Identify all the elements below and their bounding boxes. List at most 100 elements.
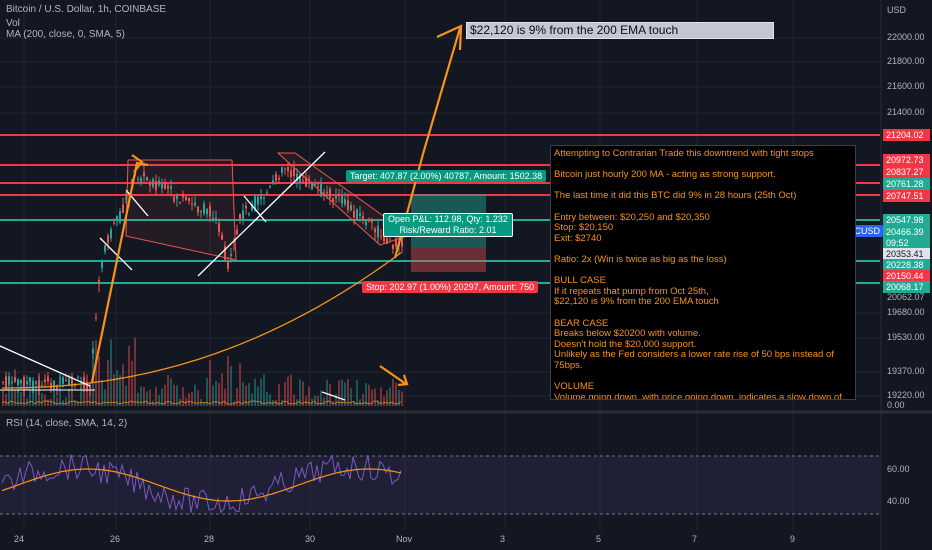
candle-body xyxy=(266,192,268,194)
volume-bar xyxy=(14,390,16,406)
volume-bar xyxy=(74,399,76,406)
note-intro: Attempting to Contrarian Trade this down… xyxy=(554,148,814,159)
volume-bar xyxy=(104,389,106,406)
rsi-legend[interactable]: RSI (14, close, SMA, 14, 2) xyxy=(6,418,127,429)
candle-body xyxy=(113,222,115,224)
volume-legend[interactable]: Vol xyxy=(6,18,20,29)
volume-bar xyxy=(395,382,397,406)
volume-bar xyxy=(188,393,190,406)
volume-bar xyxy=(257,386,259,406)
volume-bar xyxy=(71,392,73,406)
volume-bar xyxy=(182,387,184,406)
volume-bar xyxy=(278,384,280,406)
price-label-20747: 20747.51 xyxy=(883,190,930,202)
candle-body xyxy=(44,379,46,382)
time-tick: 30 xyxy=(305,534,316,544)
candle-body xyxy=(95,317,97,319)
symbol-title[interactable]: Bitcoin / U.S. Dollar, 1h, COINBASE xyxy=(6,4,166,15)
candle-body xyxy=(287,167,289,172)
price-tick: 19680.00 xyxy=(887,307,925,317)
trade-notes-box[interactable]: Attempting to Contrarian Trade this down… xyxy=(550,145,856,400)
volume-bar xyxy=(221,373,223,406)
volume-bar xyxy=(293,394,295,406)
candle-body xyxy=(11,382,13,384)
volume-bar xyxy=(239,363,241,406)
ma-legend[interactable]: MA (200, close, 0, SMA, 5) xyxy=(6,29,125,40)
candle-body xyxy=(35,382,37,384)
candle-body xyxy=(47,376,49,382)
volume-bar xyxy=(305,396,307,406)
volume-bar xyxy=(263,374,265,406)
candle-body xyxy=(59,377,61,379)
open-pl-tag[interactable]: Open P&L: 112.98, Qty: 1.232 Risk/Reward… xyxy=(383,213,513,237)
note-entry: Entry between: $20,250 and $20,350 Stop:… xyxy=(554,211,710,244)
note-bear-case: BEAR CASE Breaks below $20200 with volum… xyxy=(554,317,834,371)
position-loss-zone[interactable] xyxy=(411,248,486,272)
candle-body xyxy=(293,168,295,177)
volume-bar xyxy=(236,388,238,406)
volume-bar xyxy=(323,397,325,406)
price-tick: 21600.00 xyxy=(887,81,925,91)
note-support: Bitcoin just hourly 200 MA - acting as s… xyxy=(554,169,776,181)
volume-bar xyxy=(107,360,109,406)
price-label-20547: 20547.98 xyxy=(883,214,930,226)
volume-bar xyxy=(224,388,226,406)
candle-body xyxy=(92,348,94,354)
time-tick: 5 xyxy=(596,534,602,544)
candle-body xyxy=(257,196,259,205)
candle-body xyxy=(107,235,109,243)
price-label-20972: 20972.73 xyxy=(883,154,930,166)
candle-body xyxy=(269,186,271,188)
price-tick: 21800.00 xyxy=(887,56,925,66)
candle-body xyxy=(17,379,19,385)
volume-bar xyxy=(68,388,70,406)
candle-body xyxy=(29,377,31,383)
candle-body xyxy=(62,377,64,384)
candle-body xyxy=(20,380,22,384)
candle-body xyxy=(38,380,40,387)
target-callout[interactable]: $22,120 is 9% from the 200 EMA touch xyxy=(466,22,774,39)
volume-bar xyxy=(47,399,49,406)
price-label-21204: 21204.02 xyxy=(883,129,930,141)
volume-bar xyxy=(44,394,46,406)
volume-bar xyxy=(65,397,67,406)
volume-bar xyxy=(251,393,253,406)
candle-body xyxy=(77,376,79,378)
candle-body xyxy=(245,205,247,209)
volume-bar xyxy=(317,395,319,406)
volume-bar xyxy=(131,360,133,406)
stop-tag[interactable]: Stop: 202.97 (1.00%) 20297, Amount: 750 xyxy=(362,281,539,293)
volume-bar xyxy=(110,339,112,406)
time-tick: Nov xyxy=(396,534,413,544)
rsi-band xyxy=(0,456,880,514)
candle-body xyxy=(242,210,244,220)
candle-body xyxy=(14,377,16,382)
volume-bar xyxy=(41,392,43,406)
currency-label[interactable]: USD xyxy=(887,5,906,15)
volume-bar xyxy=(143,387,145,406)
target-tag[interactable]: Target: 407.87 (2.00%) 40787, Amount: 15… xyxy=(346,170,547,182)
volume-bar xyxy=(158,395,160,406)
price-label-20062: 20062.07 xyxy=(887,292,925,302)
volume-bar xyxy=(56,397,58,406)
volume-bar xyxy=(101,379,103,406)
candle-body xyxy=(26,381,28,385)
volume-bar xyxy=(128,345,130,406)
volume-bar xyxy=(254,378,256,406)
volume-bar xyxy=(95,340,97,406)
volume-bar xyxy=(290,374,292,406)
volume-bar xyxy=(116,370,118,406)
volume-bar xyxy=(140,386,142,406)
volume-bar xyxy=(266,391,268,406)
candle-body xyxy=(392,244,394,249)
candle-body xyxy=(263,197,265,199)
candle-body xyxy=(110,229,112,239)
volume-bar xyxy=(368,384,370,406)
volume-bar xyxy=(209,359,211,406)
candle-body xyxy=(272,180,274,184)
price-tick: 22000.00 xyxy=(887,32,925,42)
volume-bar xyxy=(191,391,193,406)
note-ratio: Ratio: 2x (Win is twice as big as the lo… xyxy=(554,253,727,265)
candle-body xyxy=(104,245,106,252)
volume-bar xyxy=(356,379,358,406)
